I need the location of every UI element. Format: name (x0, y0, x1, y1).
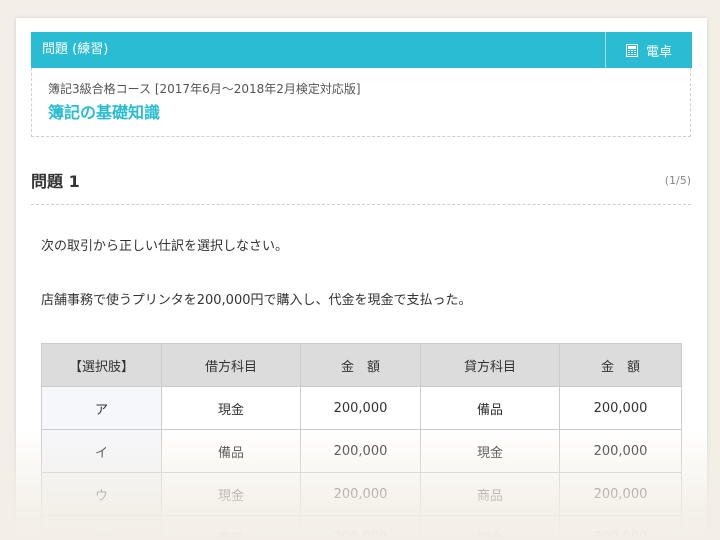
option-label: エ (41, 515, 162, 540)
calculator-icon (625, 43, 638, 57)
column-header-credit-account: 貸方科目 (420, 343, 560, 387)
option-label: ア (41, 386, 162, 430)
course-header: 問題 (練習) 電卓 簿記3級合格コース [2017年6月～2018年2月検定対… (31, 32, 692, 137)
credit-amount: 200,000 (559, 472, 682, 516)
option-row-u[interactable]: ウ 現金 200,000 商品 200,000 (41, 472, 682, 516)
question-title: 問題 1 (31, 172, 80, 191)
table-header-row: 【選択肢】 借方科目 金 額 貸方科目 金 額 (41, 343, 682, 387)
course-title-link[interactable]: 簿記の基礎知識 (48, 99, 160, 123)
page-title: 問題 (練習) (42, 42, 109, 57)
answer-options-table: 【選択肢】 借方科目 金 額 貸方科目 金 額 ア 現金 200,000 備品 … (41, 343, 682, 540)
credit-account: 備品 (420, 386, 560, 430)
divider (31, 204, 691, 205)
header-bar: 問題 (練習) 電卓 (31, 32, 692, 68)
credit-amount: 200,000 (559, 515, 682, 540)
credit-account: 商品 (420, 472, 560, 516)
option-label: イ (41, 429, 162, 473)
debit-amount: 200,000 (300, 515, 421, 540)
calculator-label: 電卓 (645, 44, 672, 60)
option-row-a[interactable]: ア 現金 200,000 備品 200,000 (41, 386, 682, 430)
question-counter: (1/5) (664, 174, 691, 187)
column-header-credit-amount: 金 額 (559, 343, 682, 387)
question-transaction: 店舗事務で使うプリンタを200,000円で購入し、代金を現金で支払った。 (41, 293, 472, 308)
debit-amount: 200,000 (300, 429, 421, 473)
debit-account: 現金 (161, 386, 301, 430)
debit-account: 商品 (161, 515, 301, 540)
column-header-choice: 【選択肢】 (41, 343, 162, 387)
option-row-e[interactable]: エ 商品 200,000 現金 200,000 (41, 515, 682, 540)
debit-account: 現金 (161, 472, 301, 516)
column-header-debit-amount: 金 額 (300, 343, 421, 387)
credit-account: 現金 (420, 515, 560, 540)
debit-account: 備品 (161, 429, 301, 473)
column-header-debit-account: 借方科目 (161, 343, 301, 387)
debit-amount: 200,000 (300, 386, 421, 430)
calculator-button[interactable]: 電卓 (605, 32, 692, 68)
option-label: ウ (41, 472, 162, 516)
question-instruction: 次の取引から正しい仕訳を選択しなさい。 (41, 239, 289, 254)
credit-amount: 200,000 (559, 386, 682, 430)
credit-amount: 200,000 (559, 429, 682, 473)
question-card: 問題 (練習) 電卓 簿記3級合格コース [2017年6月～2018年2月検定対… (16, 18, 707, 540)
credit-account: 現金 (420, 429, 560, 473)
course-name: 簿記3級合格コース [2017年6月～2018年2月検定対応版] (48, 82, 361, 96)
option-row-i[interactable]: イ 備品 200,000 現金 200,000 (41, 429, 682, 473)
debit-amount: 200,000 (300, 472, 421, 516)
